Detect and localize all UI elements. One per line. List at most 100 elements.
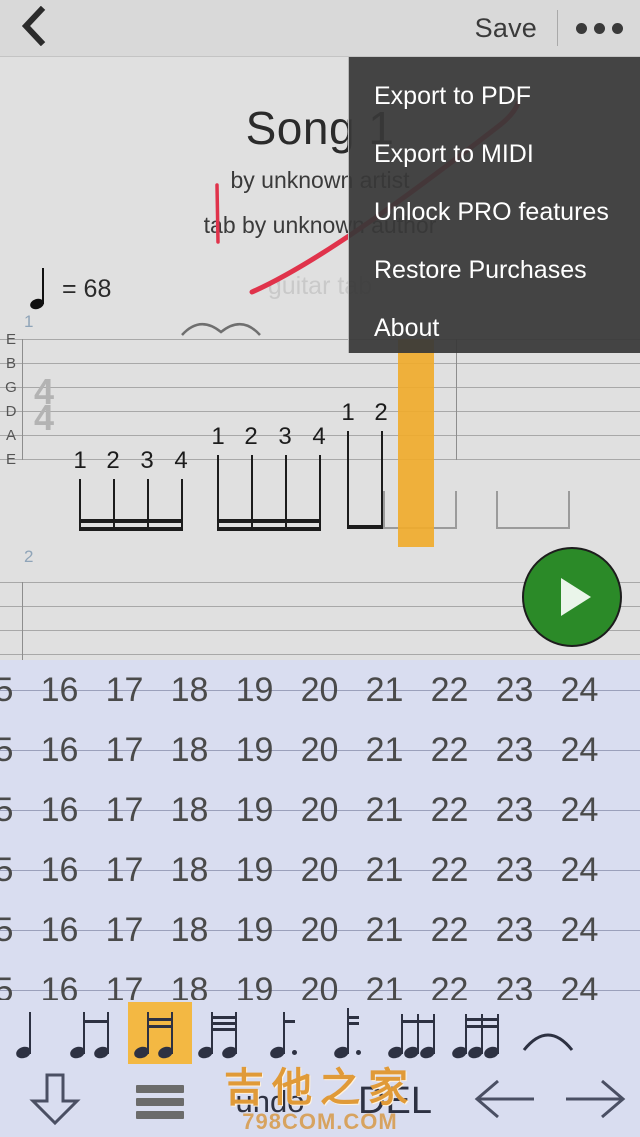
keypad-fret-button[interactable]: 15 [0,660,27,720]
keypad-fret-button[interactable]: 16 [27,780,92,840]
keypad-fret-button[interactable]: 18 [157,780,222,840]
duration-sixteenth-triplet-button[interactable] [448,1002,512,1064]
keypad-fret-button[interactable]: 23 [482,900,547,960]
overflow-dropdown-menu[interactable]: Export to PDF Export to MIDI Unlock PRO … [348,57,640,353]
keypad-fret-button[interactable]: 22 [417,720,482,780]
keypad-fret-button[interactable]: 16 [27,960,92,1001]
keypad-fret-button[interactable]: 24 [547,900,612,960]
keypad-fret-button[interactable]: 16 [27,720,92,780]
keypad-fret-button[interactable]: 16 [27,660,92,720]
note-duration-toolbar[interactable] [0,1000,640,1066]
keypad-fret-button[interactable]: 20 [287,900,352,960]
duration-dotted-half-button[interactable] [320,1002,384,1064]
save-button[interactable]: Save [475,13,557,44]
keypad-fret-button[interactable]: 22 [417,900,482,960]
list-menu-button[interactable] [110,1066,210,1137]
keypad-fret-button[interactable]: 20 [287,660,352,720]
keypad-fret-button[interactable]: 23 [482,660,547,720]
tab-staff-measure-1[interactable]: E B G D A E 4 4 1 2 3 4 1 2 3 4 1 2 [0,323,640,531]
keypad-fret-button[interactable]: 17 [92,960,157,1001]
keypad-fret-button[interactable]: 19 [222,960,287,1001]
keypad-fret-button[interactable]: 22 [417,960,482,1001]
duration-eighth-triplet-button[interactable] [384,1002,448,1064]
keypad-fret-button[interactable]: 17 [92,840,157,900]
menu-item-restore-purchases[interactable]: Restore Purchases [349,241,640,299]
keypad-fret-button[interactable]: 24 [547,660,612,720]
keypad-fret-button[interactable]: 22 [417,780,482,840]
keypad-fret-button[interactable]: 24 [547,780,612,840]
tab-note[interactable]: 3 [137,447,157,475]
keypad-fret-button[interactable]: 19 [222,660,287,720]
duration-thirtysecond-note-button[interactable] [192,1002,256,1064]
menu-item-export-midi[interactable]: Export to MIDI [349,125,640,183]
next-button[interactable] [550,1066,640,1137]
keypad-fret-button[interactable]: 15 [0,960,27,1001]
keypad-fret-button[interactable]: 23 [482,960,547,1001]
tab-note[interactable]: 2 [241,423,261,451]
keypad-fret-button[interactable]: 20 [287,840,352,900]
previous-button[interactable] [460,1066,550,1137]
keypad-fret-button[interactable]: 17 [92,720,157,780]
keypad-fret-button[interactable]: 16 [27,840,92,900]
duration-eighth-note-button[interactable] [64,1002,128,1064]
keypad-fret-button[interactable]: 21 [352,960,417,1001]
keypad-fret-button[interactable]: 23 [482,840,547,900]
rest-placeholder[interactable] [496,491,570,529]
keypad-fret-button[interactable]: 21 [352,720,417,780]
keypad-fret-button[interactable]: 16 [27,900,92,960]
keypad-fret-button[interactable]: 23 [482,720,547,780]
keypad-fret-button[interactable]: 19 [222,780,287,840]
keypad-fret-button[interactable]: 21 [352,780,417,840]
keypad-fret-button[interactable]: 17 [92,780,157,840]
tab-note[interactable]: 2 [371,399,391,427]
keypad-fret-button[interactable]: 24 [547,840,612,900]
undo-button[interactable]: undo [210,1066,330,1137]
keypad-fret-button[interactable]: 19 [222,840,287,900]
tab-note[interactable]: 1 [338,399,358,427]
duration-sixteenth-note-button[interactable] [128,1002,192,1064]
keypad-fret-button[interactable]: 15 [0,840,27,900]
keypad-fret-button[interactable]: 24 [547,960,612,1001]
keypad-fret-button[interactable]: 22 [417,840,482,900]
tab-note[interactable]: 1 [208,423,228,451]
keypad-fret-button[interactable]: 20 [287,960,352,1001]
keypad-fret-button[interactable]: 18 [157,960,222,1001]
keypad-fret-button[interactable]: 20 [287,780,352,840]
delete-button[interactable]: DEL [330,1066,460,1137]
keypad-fret-button[interactable]: 19 [222,720,287,780]
keypad-fret-button[interactable]: 18 [157,840,222,900]
back-button[interactable] [0,0,66,57]
keypad-fret-button[interactable]: 20 [287,720,352,780]
keypad-fret-button[interactable]: 19 [222,900,287,960]
tab-note[interactable]: 3 [275,423,295,451]
keypad-fret-button[interactable]: 21 [352,660,417,720]
tab-note[interactable]: 4 [309,423,329,451]
move-down-button[interactable] [0,1066,110,1137]
keypad-fret-button[interactable]: 18 [157,720,222,780]
keypad-fret-button[interactable]: 22 [417,660,482,720]
bottom-toolbar[interactable]: undo DEL [0,1066,640,1137]
keypad-fret-button[interactable]: 18 [157,900,222,960]
keypad-fret-button[interactable]: 18 [157,660,222,720]
fret-number-keypad[interactable]: 1516171819202122232415161718192021222324… [0,660,640,1000]
keypad-fret-button[interactable]: 21 [352,840,417,900]
duration-tie-button[interactable] [512,1002,576,1064]
tab-note[interactable]: 4 [171,447,191,475]
menu-item-about[interactable]: About [349,299,640,357]
keypad-fret-button[interactable]: 17 [92,900,157,960]
tab-note[interactable]: 2 [103,447,123,475]
keypad-fret-button[interactable]: 15 [0,720,27,780]
keypad-fret-button[interactable]: 15 [0,900,27,960]
duration-quarter-note-button[interactable] [0,1002,64,1064]
keypad-fret-button[interactable]: 23 [482,780,547,840]
duration-dotted-quarter-button[interactable] [256,1002,320,1064]
tab-note[interactable]: 1 [70,447,90,475]
menu-item-export-pdf[interactable]: Export to PDF [349,67,640,125]
keypad-fret-button[interactable]: 24 [547,720,612,780]
menu-item-unlock-pro[interactable]: Unlock PRO features [349,183,640,241]
play-button[interactable] [522,547,622,647]
overflow-menu-button[interactable] [558,0,640,57]
keypad-fret-button[interactable]: 21 [352,900,417,960]
keypad-fret-button[interactable]: 15 [0,780,27,840]
keypad-fret-button[interactable]: 17 [92,660,157,720]
